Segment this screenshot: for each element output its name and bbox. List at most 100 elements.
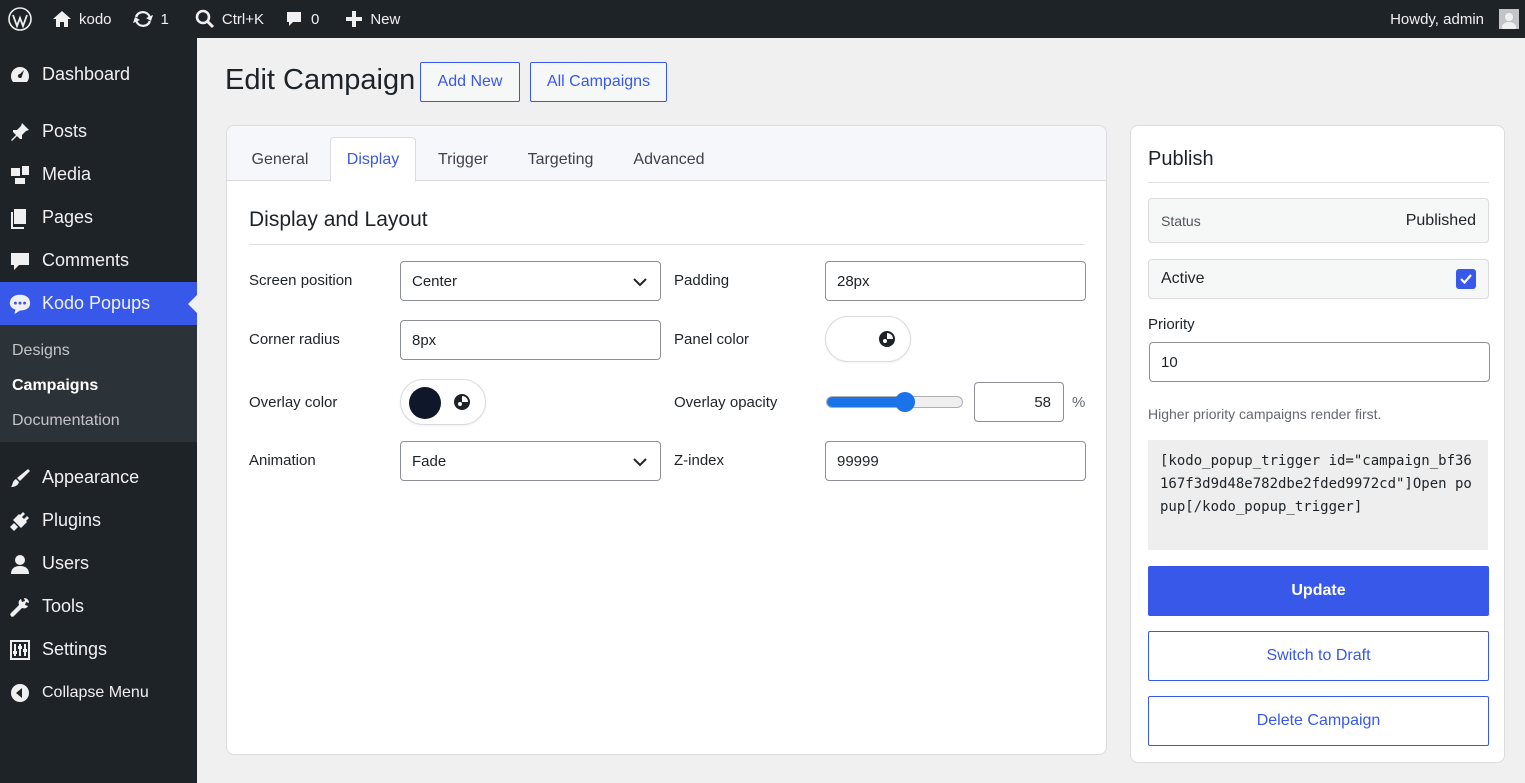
greeting: Howdy, admin [1390, 10, 1484, 28]
submenu-designs[interactable]: Designs [0, 333, 197, 368]
updates-count: 1 [160, 10, 169, 28]
shortcode-block[interactable]: [kodo_popup_trigger id="campaign_bf36167… [1148, 440, 1488, 550]
menu-label: Pages [42, 207, 94, 227]
corner-radius-value: 8px [412, 331, 437, 349]
menu-plugins[interactable]: Plugins [0, 499, 197, 542]
add-new-button[interactable]: Add New [420, 62, 520, 102]
menu-label: Appearance [42, 467, 140, 487]
menu-pages[interactable]: Pages [0, 196, 197, 239]
menu-tools[interactable]: Tools [0, 585, 197, 628]
new-label: New [370, 10, 401, 28]
plus-icon [346, 11, 363, 27]
overlay-color-picker[interactable] [400, 379, 486, 425]
tab-targeting[interactable]: Targeting [513, 137, 608, 182]
eyedropper-icon [879, 331, 895, 347]
search-icon [195, 9, 214, 29]
corner-radius-label: Corner radius [249, 331, 340, 348]
collapse-menu-button[interactable]: Collapse Menu [0, 671, 197, 714]
menu-label: Posts [42, 121, 88, 141]
tab-trigger[interactable]: Trigger [420, 137, 506, 182]
chat-bubbles-icon [8, 292, 32, 316]
search-shortcut: Ctrl+K [221, 10, 264, 28]
delete-campaign-button[interactable]: Delete Campaign [1148, 696, 1489, 746]
menu-label: Kodo Popups [42, 293, 151, 313]
slider-thumb[interactable] [895, 392, 916, 412]
divider [249, 244, 1085, 245]
section-title: Display and Layout [249, 208, 428, 231]
updates-link[interactable]: 1 [122, 0, 179, 38]
priority-help-text: Higher priority campaigns render first. [1148, 406, 1382, 422]
brush-icon [8, 466, 32, 490]
update-button[interactable]: Update [1148, 566, 1489, 616]
overlay-opacity-value: 58 [1034, 393, 1051, 411]
percent-unit: % [1072, 394, 1086, 411]
comments-link[interactable]: 0 [274, 0, 329, 38]
chevron-down-icon [633, 458, 647, 467]
plug-icon [8, 509, 32, 533]
menu-label: Settings [42, 639, 108, 659]
panel-color-swatch [834, 324, 866, 356]
screen-position-value: Center [412, 272, 458, 290]
menu-comments[interactable]: Comments [0, 239, 197, 282]
overlay-opacity-input[interactable]: 58 [974, 382, 1064, 422]
submenu-documentation[interactable]: Documentation [0, 403, 197, 438]
publish-title: Publish [1148, 148, 1214, 170]
slider-fill [827, 397, 906, 407]
home-icon [53, 11, 71, 27]
site-name-link[interactable]: kodo [42, 0, 122, 38]
menu-appearance[interactable]: Appearance [0, 456, 197, 499]
my-account-link[interactable]: Howdy, admin [1380, 0, 1525, 38]
checkmark-icon [1460, 274, 1472, 285]
menu-dashboard[interactable]: Dashboard [0, 53, 197, 96]
dashboard-icon [8, 63, 32, 87]
admin-sidebar: Dashboard Posts Media Pages Comments Kod… [0, 38, 197, 783]
kodo-popups-submenu: Designs Campaigns Documentation [0, 325, 197, 442]
wrench-icon [8, 595, 32, 619]
site-name: kodo [79, 10, 112, 28]
submenu-campaigns[interactable]: Campaigns [0, 368, 197, 403]
menu-label: Comments [42, 250, 130, 270]
menu-media[interactable]: Media [0, 153, 197, 196]
animation-value: Fade [412, 452, 447, 470]
tab-general[interactable]: General [237, 137, 323, 182]
publish-panel: Publish Status Published Active Priority… [1130, 125, 1505, 763]
all-campaigns-button[interactable]: All Campaigns [530, 62, 667, 102]
panel-color-label: Panel color [674, 331, 750, 348]
divider [1148, 182, 1489, 183]
new-content-link[interactable]: New [335, 0, 410, 38]
admin-bar: kodo 1 Ctrl+K 0 New Howdy, admin [0, 0, 1525, 38]
active-label: Active [1161, 270, 1205, 287]
updates-icon [132, 10, 153, 28]
tab-display[interactable]: Display [330, 137, 416, 182]
priority-input[interactable]: 10 [1149, 342, 1490, 382]
padding-input[interactable]: 28px [825, 261, 1086, 301]
corner-radius-input[interactable]: 8px [400, 320, 661, 360]
menu-label: Plugins [42, 510, 102, 530]
animation-label: Animation [249, 452, 316, 469]
menu-posts[interactable]: Posts [0, 110, 197, 153]
overlay-opacity-label: Overlay opacity [674, 394, 778, 411]
z-index-label: Z-index [674, 452, 725, 469]
menu-label: Collapse Menu [42, 683, 149, 701]
menu-label: Media [42, 164, 92, 184]
menu-settings[interactable]: Settings [0, 628, 197, 671]
command-palette-link[interactable]: Ctrl+K [185, 0, 274, 38]
tab-bar: General Display Trigger Targeting Advanc… [227, 126, 1106, 182]
switch-to-draft-button[interactable]: Switch to Draft [1148, 631, 1489, 681]
menu-label: Users [42, 553, 90, 573]
animation-select[interactable]: Fade [400, 441, 661, 481]
tab-advanced[interactable]: Advanced [619, 137, 719, 182]
panel-color-picker[interactable] [825, 316, 911, 362]
active-toggle-row[interactable]: Active [1148, 259, 1489, 299]
z-index-input[interactable]: 99999 [825, 441, 1086, 481]
media-icon [8, 163, 32, 187]
menu-users[interactable]: Users [0, 542, 197, 585]
menu-kodo-popups[interactable]: Kodo Popups [0, 282, 197, 325]
z-index-value: 99999 [837, 452, 879, 470]
active-checkbox[interactable] [1456, 269, 1476, 289]
comments-count: 0 [310, 10, 320, 28]
priority-label: Priority [1148, 316, 1195, 333]
screen-position-select[interactable]: Center [400, 261, 661, 301]
wordpress-logo-icon[interactable] [0, 0, 42, 38]
status-value: Published [1405, 211, 1476, 229]
